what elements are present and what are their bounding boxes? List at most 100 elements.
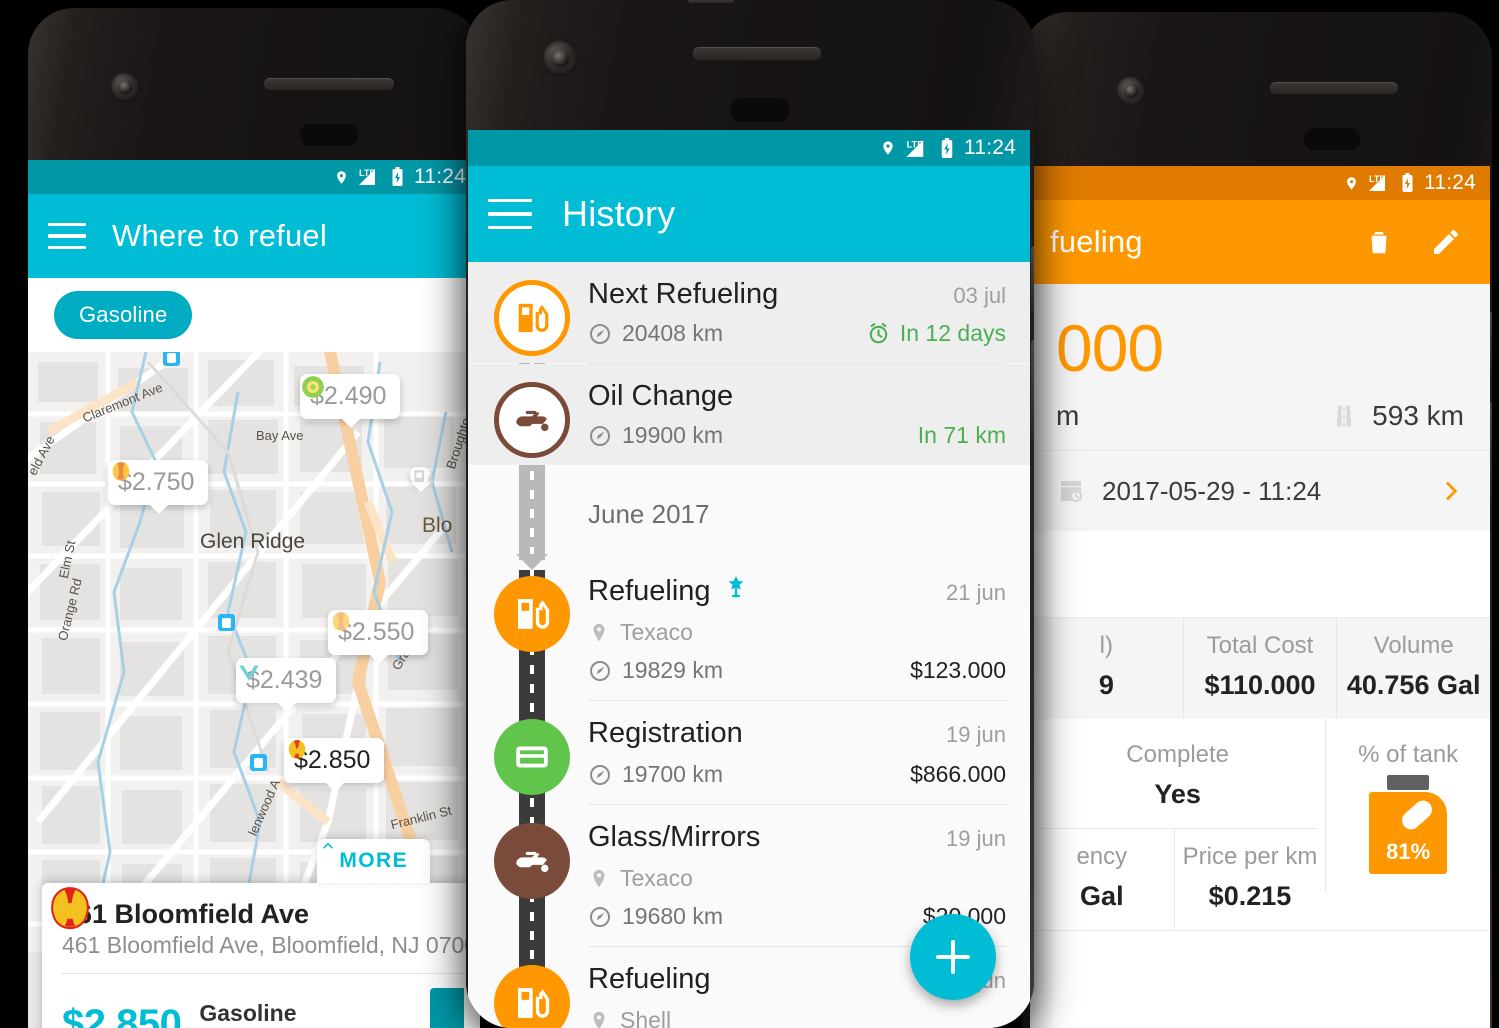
item-odometer: 19700 km	[622, 761, 724, 787]
place-icon	[593, 869, 605, 887]
volume-button[interactable]	[1031, 340, 1034, 440]
map-price-pin[interactable]: $2.490	[300, 374, 401, 428]
item-date: 21 jun	[946, 580, 1006, 605]
item-odometer: 19680 km	[622, 903, 724, 929]
earpiece-speaker	[693, 47, 821, 60]
table-cell: ency Gal	[1030, 829, 1175, 930]
detail-odometer: m	[1056, 400, 1080, 431]
detail-hero-line: m 593 km	[1056, 400, 1464, 432]
table-cell: Volume 40.756 Gal	[1337, 618, 1490, 719]
odometer-icon	[590, 906, 610, 927]
battery-charging-icon	[1401, 173, 1414, 193]
map-place-label: Glen Ridge	[200, 530, 306, 553]
alarm-icon	[869, 323, 888, 344]
map-price-pin[interactable]: $2.439	[236, 658, 337, 712]
table-cell: l) 9	[1030, 618, 1184, 719]
item-title: Oil Change	[588, 380, 734, 412]
item-body: Oil Change 19900 km In 71 km	[588, 380, 1006, 449]
shell-icon	[288, 740, 306, 759]
page-title-right: fueling	[1050, 224, 1143, 259]
place-icon	[593, 1011, 605, 1028]
item-title: Refueling	[588, 963, 711, 995]
timeline-item-next-refueling[interactable]: Next Refueling 03 jul 20408 km In 12 day…	[468, 262, 1030, 363]
appbar-left: Where to refuel	[28, 194, 480, 278]
refuel-detail-body: 000 m 593 km 2017-05-29 - 11:24 l) 9 Tot…	[1030, 284, 1490, 1028]
appbar-center: History	[468, 166, 1030, 262]
calendar-clock-icon	[1061, 481, 1083, 503]
fuel-pump-icon	[494, 576, 570, 652]
cell-label: Total Cost	[1206, 632, 1314, 659]
more-button[interactable]: MORE	[317, 839, 430, 883]
navigate-button[interactable]	[430, 988, 464, 1028]
phone-left-screen: LTE 11:24 Where to refuel Gasoline Clare…	[28, 160, 480, 1028]
cell-label: l)	[1099, 632, 1113, 659]
map-price-pin[interactable]	[410, 467, 433, 492]
status-bar-center: LTE 11:24	[468, 130, 1030, 166]
menu-icon[interactable]	[48, 222, 86, 250]
fuel-type-chip[interactable]: Gasoline	[54, 291, 193, 339]
star-pin-icon	[725, 574, 747, 605]
proximity-sensor	[300, 124, 358, 146]
item-body: Next Refueling 03 jul 20408 km In 12 day…	[588, 278, 1006, 347]
cell-value: 9	[1098, 670, 1114, 700]
status-time-left: 11:24	[414, 165, 466, 188]
detail-big-number: 000	[1056, 311, 1164, 385]
item-place: Texaco	[620, 619, 693, 645]
cell-label: Complete	[1126, 741, 1230, 768]
front-camera-icon	[1116, 76, 1146, 106]
history-timeline[interactable]: Next Refueling 03 jul 20408 km In 12 day…	[468, 262, 1030, 1028]
menu-icon[interactable]	[488, 199, 532, 229]
item-title: Glass/Mirrors	[588, 821, 761, 853]
item-amount: $123.000	[910, 657, 1006, 683]
cell-value: Yes	[1154, 779, 1201, 809]
lte-signal-icon: LTE	[1367, 173, 1393, 193]
phone-center-screen: LTE 11:24 History Next Refueling 03 jul …	[468, 130, 1030, 1028]
item-title: Registration	[588, 717, 743, 749]
map-price-pin-selected[interactable]: $2.850	[284, 738, 385, 792]
chevron-up-icon	[323, 842, 334, 849]
gas-pump-icon	[414, 470, 433, 490]
map-price-pin[interactable]: $2.550	[328, 610, 429, 664]
top-notch-detail	[688, 0, 734, 3]
bus-stop-icon	[163, 352, 180, 366]
timeline-item-registration[interactable]: Registration 19 jun 19700 km $866.000	[468, 701, 1030, 804]
table-row: Complete Yes ency Gal Price per km $0.21…	[1030, 719, 1490, 930]
detail-distance: 593 km	[1372, 400, 1464, 431]
item-date: 19 jun	[946, 826, 1006, 851]
earpiece-speaker	[264, 78, 394, 90]
map-price-pin[interactable]: $2.750	[108, 460, 209, 514]
phone-right-screen: LTE 11:24 fueling 000 m 593 km 2017-05-2…	[1030, 166, 1490, 1028]
item-body: Glass/Mirrors 19 jun Texaco 19680 km	[588, 821, 1006, 930]
table-cell: Price per km $0.215	[1175, 829, 1326, 930]
fuel-pump-icon	[494, 965, 570, 1028]
cell-value: Gal	[1080, 881, 1124, 911]
detail-datetime: 2017-05-29 - 11:24	[1102, 475, 1322, 506]
item-odometer: 19900 km	[622, 422, 724, 448]
cell-value: $0.215	[1208, 881, 1292, 911]
item-odometer: 20408 km	[622, 320, 724, 346]
month-header: June 2017	[588, 499, 710, 529]
power-button[interactable]	[1031, 246, 1034, 312]
detail-stats-table: l) 9 Total Cost $110.000 Volume 40.756 G…	[1030, 617, 1490, 931]
item-place: Shell	[620, 1007, 672, 1028]
station-name: 461 Bloomfield Ave	[62, 899, 310, 929]
cell-label: Price per km	[1182, 843, 1318, 870]
map-view[interactable]: Claremont Ave Bay Ave Broughto eld Ave G…	[28, 352, 480, 1028]
bp-icon	[302, 376, 324, 398]
timeline-item-oil-change[interactable]: Oil Change 19900 km In 71 km	[468, 364, 1030, 465]
lte-signal-icon: LTE	[904, 138, 932, 159]
chevron-right-icon[interactable]	[1438, 471, 1464, 511]
tank-percent: 81%	[1386, 839, 1431, 864]
timeline-item-refueling[interactable]: Refueling 21 jun Texaco 19829 km $123.00…	[468, 558, 1030, 700]
table-cell: Total Cost $110.000	[1184, 618, 1338, 719]
add-entry-fab[interactable]	[910, 914, 996, 1000]
delete-icon[interactable]	[1364, 225, 1394, 259]
table-cell-tank: % of tank 81%	[1325, 719, 1490, 892]
cell-label: ency	[1076, 843, 1128, 870]
phone-right: LTE 11:24 fueling 000 m 593 km 2017-05-2…	[1022, 12, 1492, 1028]
appbar-right: fueling	[1030, 200, 1490, 284]
item-date: 03 jul	[953, 283, 1006, 308]
oil-can-icon	[494, 382, 570, 458]
edit-icon[interactable]	[1430, 225, 1462, 259]
detail-date-row[interactable]: 2017-05-29 - 11:24	[1030, 450, 1490, 531]
